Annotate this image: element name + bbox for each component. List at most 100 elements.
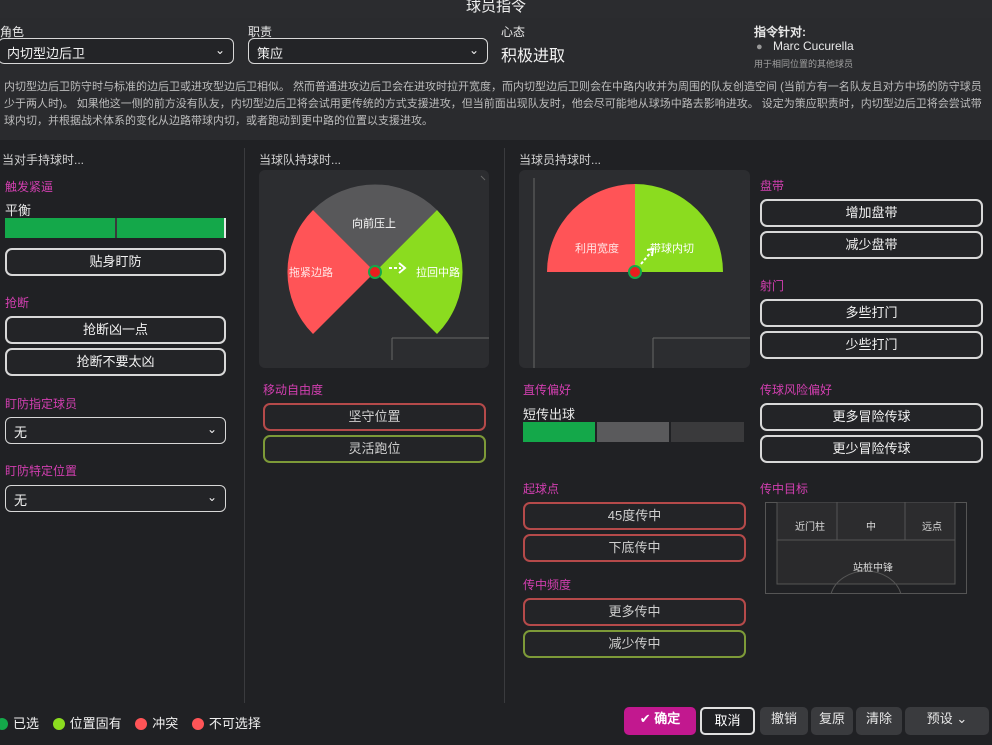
- player-position-dot: [368, 265, 382, 279]
- target-note: 用于相同位置的其他球员: [754, 59, 854, 69]
- dribble-wheel[interactable]: [519, 170, 750, 368]
- cross-from-title: 起球点: [523, 482, 560, 496]
- tackle-harder-button[interactable]: 抢断凶一点: [5, 316, 226, 344]
- wheel-label-hug-wide: 拖紧边路: [289, 267, 333, 279]
- legend-unavailable: 不可选择: [208, 716, 261, 731]
- mark-player-value: 无: [14, 425, 28, 440]
- dribble-less-button[interactable]: 减少盘带: [760, 231, 983, 259]
- risk-less-button[interactable]: 更少冒险传球: [760, 435, 983, 463]
- hold-position-button[interactable]: 坚守位置: [263, 403, 486, 431]
- pitch-marking: [391, 337, 489, 360]
- tight-marking-button[interactable]: 贴身盯防: [5, 248, 226, 276]
- chevron-down-icon: ⌄: [952, 711, 968, 726]
- roam-button[interactable]: 灵活跑位: [263, 435, 486, 463]
- cancel-button[interactable]: 取消: [700, 707, 755, 735]
- tackle-softer-button[interactable]: 抢断不要太凶: [5, 348, 226, 376]
- chevron-down-icon: ⌄: [206, 422, 217, 436]
- section-heading-player-possession: 当球员持球时...: [519, 153, 602, 167]
- undo-button[interactable]: 撤销: [760, 707, 808, 735]
- risk-more-button[interactable]: 更多冒险传球: [760, 403, 983, 431]
- wheel-segment-stay-wide[interactable]: [547, 184, 635, 272]
- cross-45-button[interactable]: 45度传中: [523, 502, 746, 530]
- chevron-down-icon: ⌄: [206, 490, 217, 504]
- press-value: 平衡: [5, 203, 32, 218]
- wheel-label-drift-in: 拉回中路: [416, 267, 460, 279]
- press-slider[interactable]: [5, 218, 226, 238]
- presets-button[interactable]: 预设 ⌄: [905, 707, 989, 735]
- target-player[interactable]: Marc Cucurella: [773, 39, 854, 53]
- pass-pref-seg-direct[interactable]: [671, 422, 744, 442]
- target-far-post[interactable]: 远点: [922, 518, 942, 533]
- duty-dropdown[interactable]: 策应 ⌄: [248, 38, 488, 64]
- press-title: 触发紧逼: [5, 180, 54, 194]
- target-label: 指令针对:: [754, 25, 806, 39]
- cross-target-pitch: 近门柱 中 远点 站桩中锋: [765, 502, 967, 594]
- window-title: 球员指令: [0, 0, 992, 18]
- mark-position-title: 盯防特定位置: [5, 464, 78, 478]
- reset-button[interactable]: 复原: [811, 707, 853, 735]
- cross-less-button[interactable]: 减少传中: [523, 630, 746, 658]
- cross-more-button[interactable]: 更多传中: [523, 598, 746, 626]
- wheel-label-forward: 向前压上: [352, 218, 396, 230]
- dribble-wheel-panel: [519, 170, 750, 368]
- risk-title: 传球风险偏好: [760, 383, 833, 397]
- target-target-man[interactable]: 站桩中锋: [853, 559, 893, 574]
- dribble-title: 盘带: [760, 179, 785, 193]
- legend-selected-dot: [0, 718, 8, 730]
- dribble-more-button[interactable]: 增加盘带: [760, 199, 983, 227]
- legend-inherent-dot: [52, 718, 65, 730]
- confirm-label: 确定: [654, 711, 681, 726]
- cross-freq-title: 传中频度: [523, 578, 572, 592]
- chevron-down-icon: ⌄: [214, 43, 225, 57]
- legend: 已选 位置固有 冲突 不可选择: [0, 713, 261, 732]
- role-value: 内切型边后卫: [7, 46, 86, 61]
- shoot-title: 射门: [760, 279, 785, 293]
- column-divider: [504, 148, 505, 703]
- clear-button[interactable]: 清除: [856, 707, 902, 735]
- user-icon: ●: [756, 41, 763, 53]
- pass-pref-seg-mixed[interactable]: [597, 422, 669, 442]
- legend-conflict: 冲突: [152, 716, 179, 731]
- section-heading-in-possession: 当球队持球时...: [259, 153, 342, 167]
- confirm-button[interactable]: ✔ 确定: [624, 707, 696, 735]
- mark-position-value: 无: [14, 493, 28, 508]
- wheel-segment-cut-inside[interactable]: [635, 184, 723, 272]
- column-divider: [244, 148, 245, 703]
- target-near-post[interactable]: 近门柱: [795, 518, 825, 533]
- chevron-down-icon: ⌄: [468, 43, 479, 57]
- wheel-label-cut-inside: 带球内切: [650, 243, 694, 255]
- cross-target-title: 传中目标: [760, 482, 809, 496]
- presets-label: 预设: [926, 711, 953, 726]
- wheel-label-stay-wide: 利用宽度: [575, 243, 619, 255]
- mentality-value: 积极进取: [501, 48, 566, 65]
- pass-pref-slider[interactable]: [523, 422, 744, 442]
- pass-pref-value: 短传出球: [523, 407, 576, 422]
- press-slider-handle[interactable]: [224, 218, 226, 238]
- mark-player-dropdown[interactable]: 无 ⌄: [5, 417, 226, 444]
- legend-inherent: 位置固有: [69, 716, 122, 731]
- mentality-label: 心态: [501, 25, 526, 39]
- target-centre[interactable]: 中: [866, 518, 876, 533]
- press-slider-seg: [5, 218, 115, 238]
- shoot-more-button[interactable]: 多些打门: [760, 299, 983, 327]
- player-position-dot: [628, 265, 642, 279]
- tackle-title: 抢断: [5, 296, 30, 310]
- legend-conflict-dot: [135, 718, 148, 730]
- section-heading-out-of-possession: 当对手持球时...: [2, 153, 85, 167]
- pitch-marking: [652, 337, 750, 368]
- shoot-less-button[interactable]: 少些打门: [760, 331, 983, 359]
- pass-pref-seg-short[interactable]: [523, 422, 595, 442]
- legend-unavailable-dot: [191, 718, 204, 730]
- check-icon: ✔: [639, 711, 655, 726]
- mark-position-dropdown[interactable]: 无 ⌄: [5, 485, 226, 512]
- cross-byline-button[interactable]: 下底传中: [523, 534, 746, 562]
- press-slider-seg: [117, 218, 224, 238]
- pitch-diagram: [765, 502, 967, 594]
- role-dropdown[interactable]: 内切型边后卫 ⌄: [0, 38, 234, 64]
- duty-value: 策应: [257, 46, 284, 61]
- legend-selected: 已选: [13, 716, 40, 731]
- movement-title: 移动自由度: [263, 383, 324, 397]
- pass-pref-title: 直传偏好: [523, 383, 572, 397]
- mark-player-title: 盯防指定球员: [5, 397, 78, 411]
- pitch-marking: [480, 175, 486, 181]
